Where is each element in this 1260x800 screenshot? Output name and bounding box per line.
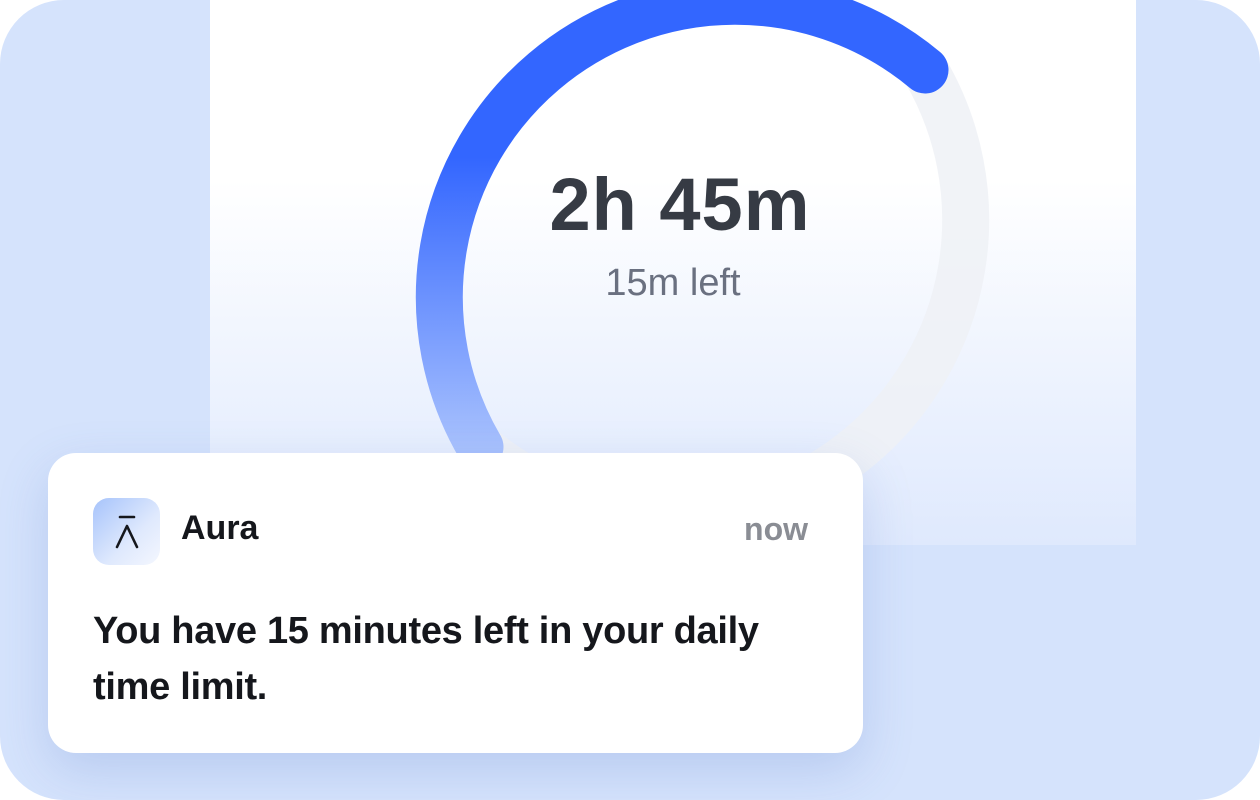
aura-logo-glyph <box>115 515 138 548</box>
notification-banner[interactable]: Aura now You have 15 minutes left in you… <box>48 453 863 753</box>
notification-timestamp: now <box>744 511 808 547</box>
time-used-value: 2h 45m <box>549 163 811 246</box>
notification-app-name: Aura <box>181 509 259 547</box>
time-left-label: 15m left <box>605 262 741 304</box>
notification-message: You have 15 minutes left in your daily t… <box>93 610 759 708</box>
screen-frame: 2h 45m 15m left Aura now You have 15 min… <box>0 0 1260 800</box>
aura-logo-icon <box>93 498 160 565</box>
